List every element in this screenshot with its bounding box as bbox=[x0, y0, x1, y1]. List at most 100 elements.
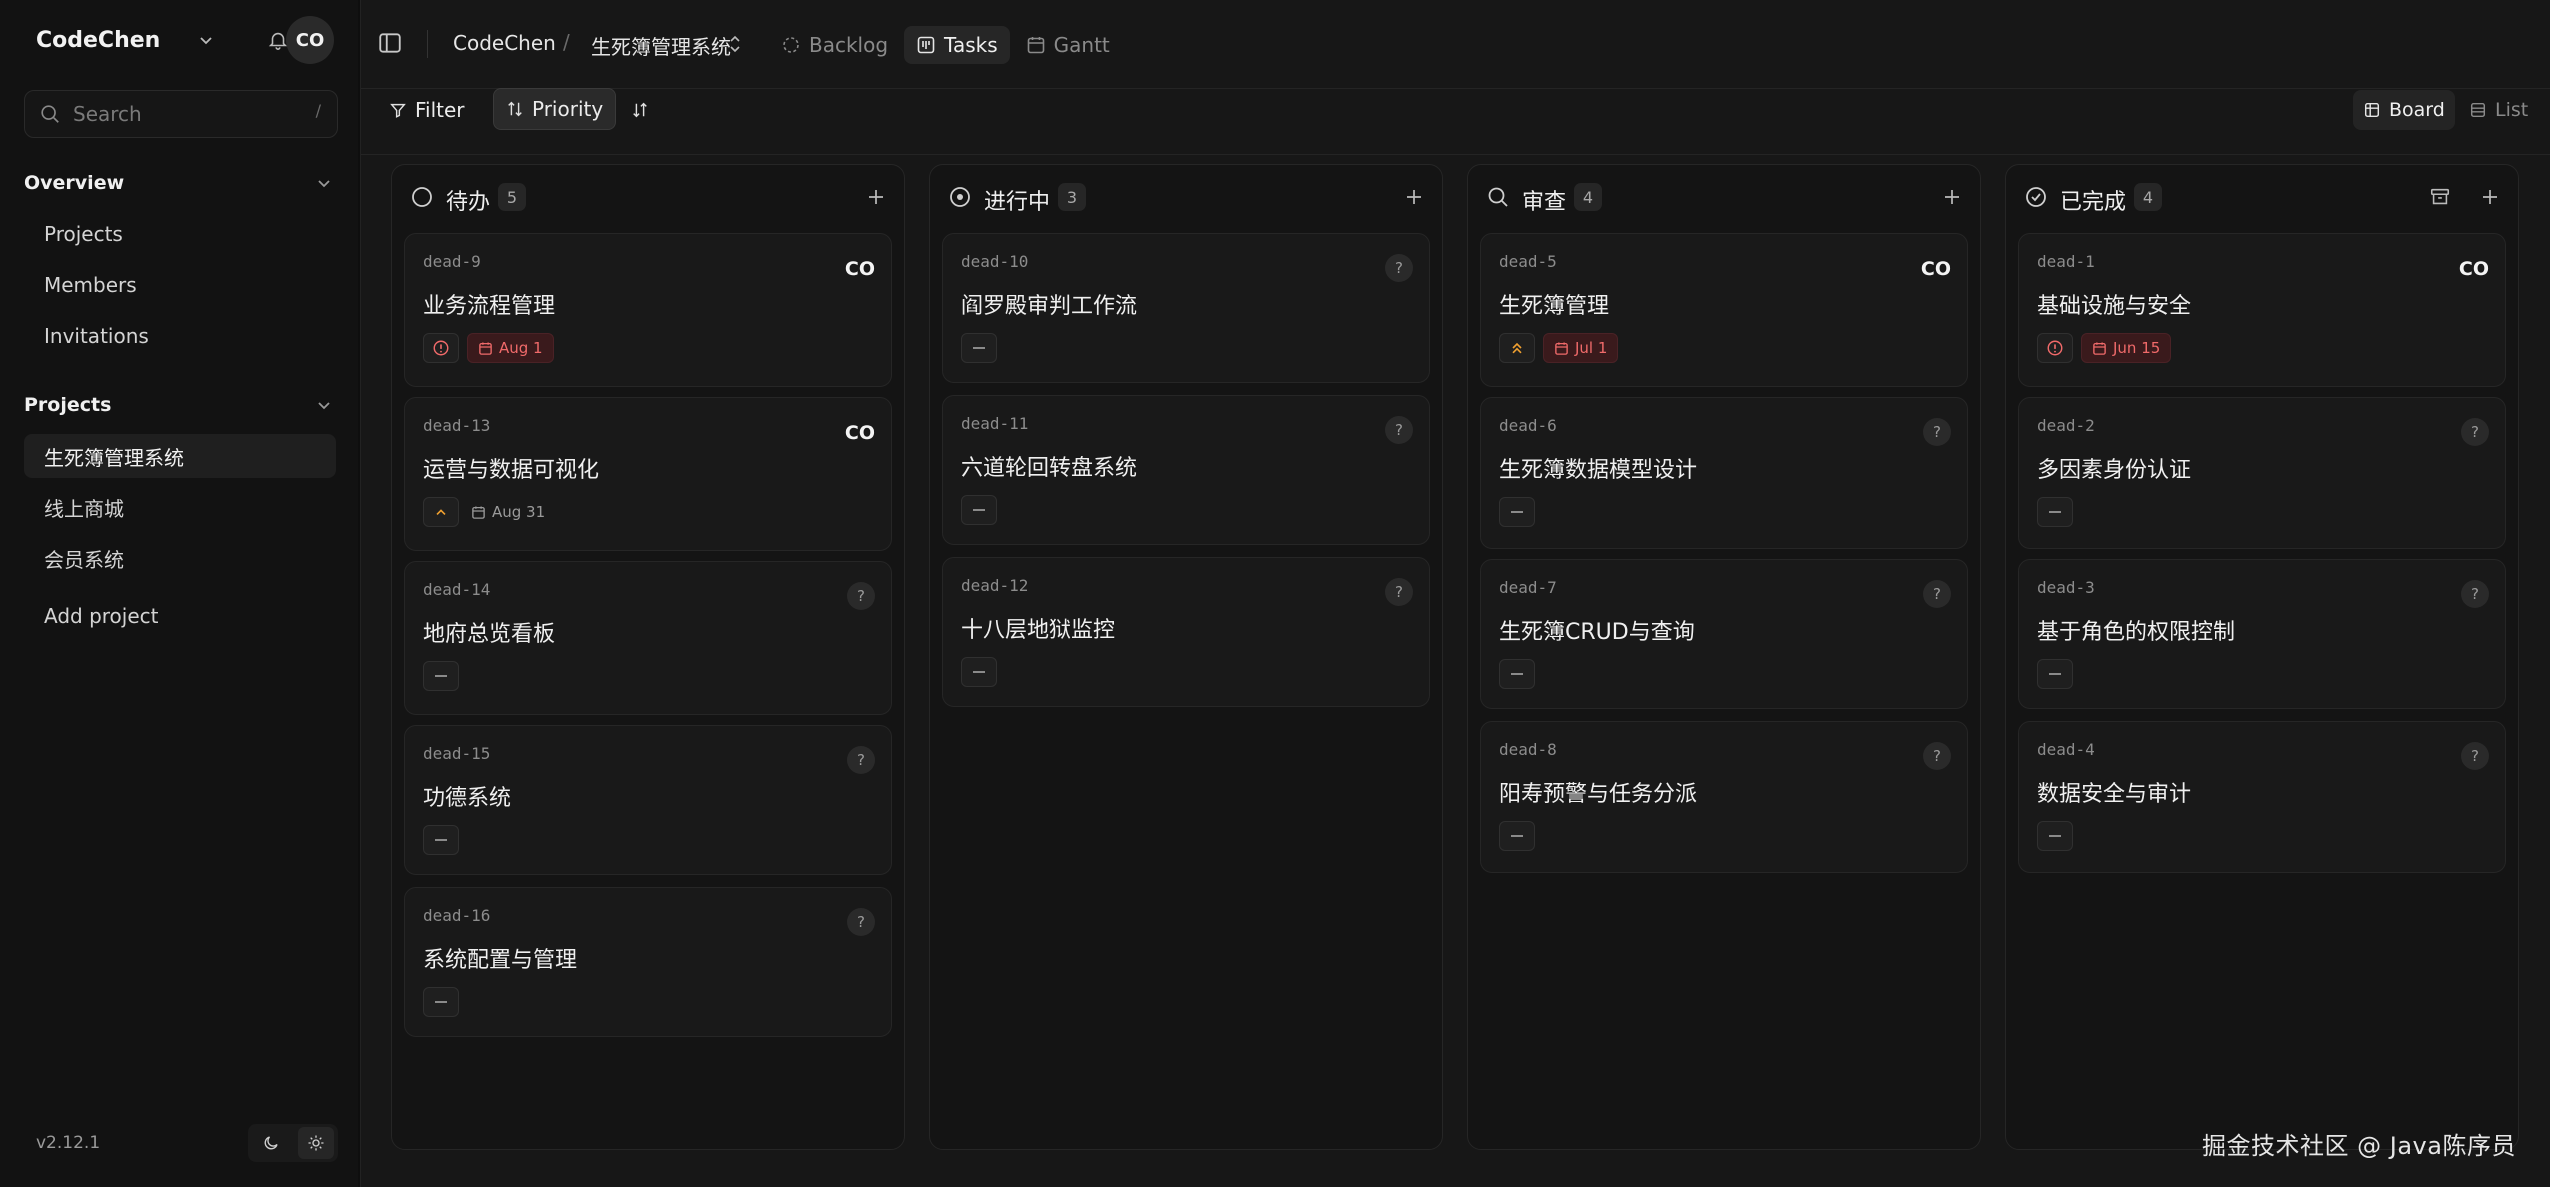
app-root: CodeChen CO / Overview Projects Members … bbox=[0, 0, 2550, 1187]
task-card[interactable]: dead-7 生死簿CRUD与查询 ? bbox=[1480, 559, 1968, 709]
unassigned-avatar[interactable]: ? bbox=[847, 746, 875, 774]
assignee-avatar[interactable]: CO bbox=[2459, 258, 2489, 280]
task-card[interactable]: dead-2 多因素身份认证 ? bbox=[2018, 397, 2506, 549]
task-card[interactable]: dead-11 六道轮回转盘系统 ? bbox=[942, 395, 1430, 545]
add-task-icon[interactable] bbox=[1938, 183, 1966, 211]
sidebar-item-invitations[interactable]: Invitations bbox=[24, 314, 336, 358]
task-card[interactable]: dead-5 生死簿管理 CO Jul 1 bbox=[1480, 233, 1968, 387]
assignee-avatar[interactable]: CO bbox=[845, 422, 875, 444]
priority-sort-button[interactable]: Priority bbox=[493, 88, 617, 130]
due-date-badge[interactable]: Jun 15 bbox=[2081, 333, 2172, 363]
sidebar-project-3[interactable]: 会员系统 bbox=[24, 536, 336, 580]
backlog-icon bbox=[783, 37, 799, 53]
chevron-updown-icon[interactable] bbox=[727, 34, 743, 58]
moon-icon[interactable] bbox=[253, 1127, 289, 1159]
no-priority-icon[interactable] bbox=[1499, 659, 1535, 689]
tab-gantt[interactable]: Gantt bbox=[1014, 26, 1122, 64]
task-card[interactable]: dead-4 数据安全与审计 ? bbox=[2018, 721, 2506, 873]
user-avatar[interactable]: CO bbox=[286, 16, 334, 64]
breadcrumb-project[interactable]: 生死簿管理系统 bbox=[591, 31, 731, 60]
sidebar-item-members[interactable]: Members bbox=[24, 263, 336, 307]
chevron-down-icon[interactable] bbox=[192, 26, 220, 54]
task-card[interactable]: dead-16 系统配置与管理 ? bbox=[404, 887, 892, 1037]
high-priority-icon[interactable] bbox=[1499, 333, 1535, 363]
search-icon bbox=[39, 103, 61, 125]
medium-priority-icon[interactable] bbox=[423, 497, 459, 527]
assignee-avatar[interactable]: CO bbox=[1921, 258, 1951, 280]
archive-icon[interactable] bbox=[2426, 183, 2454, 211]
due-date-badge[interactable]: Jul 1 bbox=[1543, 333, 1619, 363]
assignee-avatar[interactable]: CO bbox=[845, 258, 875, 280]
list-view-button[interactable]: List bbox=[2459, 90, 2538, 130]
add-task-icon[interactable] bbox=[862, 183, 890, 211]
no-priority-icon[interactable] bbox=[961, 657, 997, 687]
task-title: 数据安全与审计 bbox=[2037, 782, 2192, 807]
task-card[interactable]: dead-1 基础设施与安全 CO Jun 15 bbox=[2018, 233, 2506, 387]
task-card[interactable]: dead-3 基于角色的权限控制 ? bbox=[2018, 559, 2506, 709]
task-id: dead-11 bbox=[961, 414, 1029, 433]
no-priority-icon[interactable] bbox=[1499, 821, 1535, 851]
add-task-icon[interactable] bbox=[1400, 183, 1428, 211]
projects-section-header[interactable]: Projects bbox=[24, 388, 336, 422]
no-priority-icon[interactable] bbox=[2037, 659, 2073, 689]
sidebar-item-projects[interactable]: Projects bbox=[24, 212, 336, 256]
overview-section-header[interactable]: Overview bbox=[24, 166, 336, 200]
due-date-badge[interactable]: Aug 1 bbox=[467, 333, 554, 363]
add-task-icon[interactable] bbox=[2476, 183, 2504, 211]
column-review: 审查 4 dead-5 生死簿管理 CO Jul 1 dead-6 生死簿数据模… bbox=[1467, 164, 1981, 1150]
unassigned-avatar[interactable]: ? bbox=[1923, 580, 1951, 608]
urgent-priority-icon[interactable] bbox=[423, 333, 459, 363]
unassigned-avatar[interactable]: ? bbox=[1385, 416, 1413, 444]
workspace-switcher[interactable]: CodeChen CO bbox=[24, 16, 336, 64]
task-card[interactable]: dead-13 运营与数据可视化 CO Aug 31 bbox=[404, 397, 892, 551]
unassigned-avatar[interactable]: ? bbox=[2461, 418, 2489, 446]
unassigned-avatar[interactable]: ? bbox=[847, 582, 875, 610]
column-title: 审查 bbox=[1522, 190, 1567, 215]
task-card[interactable]: dead-8 阳寿预警与任务分派 ? bbox=[1480, 721, 1968, 873]
sun-icon[interactable] bbox=[297, 1127, 334, 1159]
unassigned-avatar[interactable]: ? bbox=[847, 908, 875, 936]
urgent-priority-icon[interactable] bbox=[2037, 333, 2073, 363]
unassigned-avatar[interactable]: ? bbox=[1385, 578, 1413, 606]
task-title: 六道轮回转盘系统 bbox=[961, 456, 1138, 481]
tab-tasks[interactable]: Tasks bbox=[904, 26, 1010, 64]
tab-backlog[interactable]: Backlog bbox=[769, 26, 900, 64]
task-card[interactable]: dead-10 阎罗殿审判工作流 ? bbox=[942, 233, 1430, 383]
no-priority-icon[interactable] bbox=[423, 661, 459, 691]
no-priority-icon[interactable] bbox=[1499, 497, 1535, 527]
task-id: dead-8 bbox=[1499, 740, 1557, 759]
task-card[interactable]: dead-6 生死簿数据模型设计 ? bbox=[1480, 397, 1968, 549]
due-date-badge[interactable]: Aug 31 bbox=[467, 497, 549, 527]
no-priority-icon[interactable] bbox=[961, 333, 997, 363]
no-priority-icon[interactable] bbox=[2037, 821, 2073, 851]
no-priority-icon[interactable] bbox=[961, 495, 997, 525]
task-card[interactable]: dead-9 业务流程管理 CO Aug 1 bbox=[404, 233, 892, 387]
search-box[interactable]: / bbox=[24, 90, 338, 138]
column-todo: 待办 5 dead-9 业务流程管理 CO Aug 1 dead-13 运营与数… bbox=[391, 164, 905, 1150]
sidebar-toggle-icon[interactable] bbox=[377, 30, 407, 60]
task-meta bbox=[2037, 658, 2073, 690]
task-title: 生死簿CRUD与查询 bbox=[1499, 620, 1695, 645]
task-card[interactable]: dead-12 十八层地狱监控 ? bbox=[942, 557, 1430, 707]
no-priority-icon[interactable] bbox=[423, 987, 459, 1017]
board-view-button[interactable]: Board bbox=[2353, 90, 2455, 130]
task-title: 阳寿预警与任务分派 bbox=[1499, 782, 1698, 807]
filter-button[interactable]: Filter bbox=[377, 90, 477, 130]
unassigned-avatar[interactable]: ? bbox=[1923, 742, 1951, 770]
unassigned-avatar[interactable]: ? bbox=[2461, 742, 2489, 770]
task-title: 运营与数据可视化 bbox=[423, 458, 600, 483]
task-id: dead-13 bbox=[423, 416, 491, 435]
breadcrumb-workspace[interactable]: CodeChen bbox=[453, 31, 556, 55]
unassigned-avatar[interactable]: ? bbox=[1385, 254, 1413, 282]
no-priority-icon[interactable] bbox=[423, 825, 459, 855]
search-input[interactable] bbox=[71, 91, 305, 137]
task-card[interactable]: dead-15 功德系统 ? bbox=[404, 725, 892, 875]
add-project-button[interactable]: Add project bbox=[24, 594, 336, 638]
task-card[interactable]: dead-14 地府总览看板 ? bbox=[404, 561, 892, 715]
sidebar-project-2[interactable]: 线上商城 bbox=[24, 485, 336, 529]
sort-direction-button[interactable] bbox=[623, 90, 657, 130]
sidebar-project-1[interactable]: 生死簿管理系统 bbox=[24, 434, 336, 478]
no-priority-icon[interactable] bbox=[2037, 497, 2073, 527]
unassigned-avatar[interactable]: ? bbox=[2461, 580, 2489, 608]
unassigned-avatar[interactable]: ? bbox=[1923, 418, 1951, 446]
